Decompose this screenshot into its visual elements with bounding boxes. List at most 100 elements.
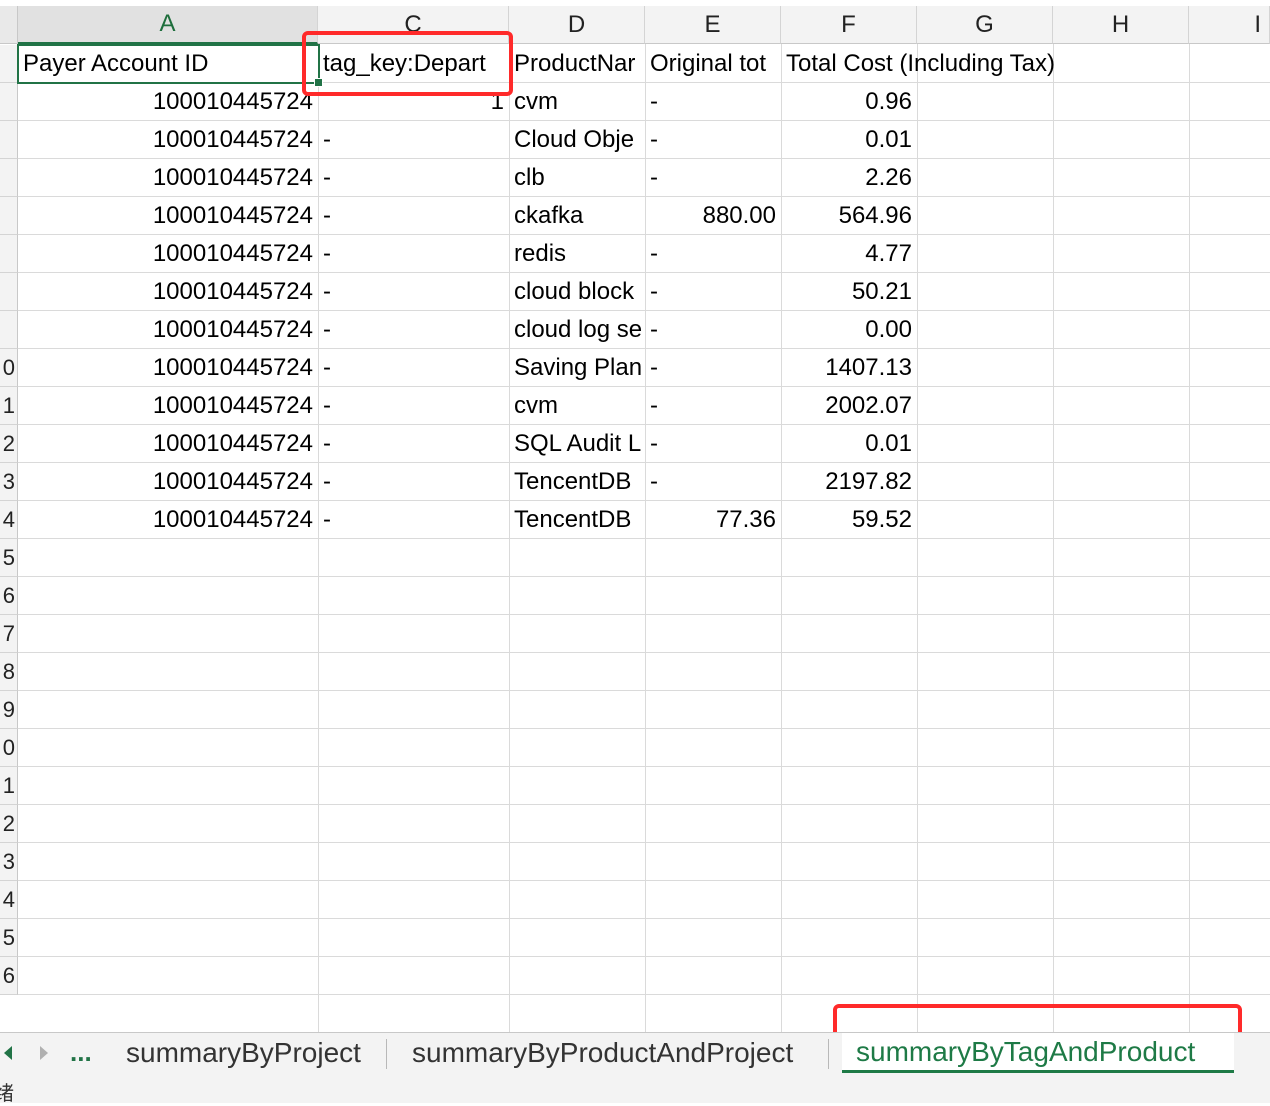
row-header[interactable]: 1: [0, 387, 18, 425]
header-cell-f[interactable]: Total Cost (Including Tax): [781, 45, 1111, 82]
data-cell-d[interactable]: TencentDB: [509, 501, 645, 538]
row-header[interactable]: 3: [0, 843, 18, 881]
data-cell-f[interactable]: 0.01: [781, 425, 917, 462]
data-cell-d[interactable]: cloud block: [509, 273, 645, 310]
data-cell-a[interactable]: 100010445724: [18, 83, 318, 120]
row-header[interactable]: [0, 311, 18, 349]
data-cell-f[interactable]: 0.96: [781, 83, 917, 120]
row-header[interactable]: 7: [0, 615, 18, 653]
data-cell-f[interactable]: 1407.13: [781, 349, 917, 386]
row-header[interactable]: [0, 273, 18, 311]
more-sheets-button[interactable]: ...: [70, 1037, 92, 1068]
select-all-corner[interactable]: [0, 6, 18, 44]
data-cell-a[interactable]: 100010445724: [18, 311, 318, 348]
data-cell-f[interactable]: 59.52: [781, 501, 917, 538]
data-cell-d[interactable]: cvm: [509, 387, 645, 424]
data-cell-a[interactable]: 100010445724: [18, 159, 318, 196]
scroll-right-icon[interactable]: [36, 1043, 50, 1063]
data-cell-d[interactable]: redis: [509, 235, 645, 272]
data-cell-a[interactable]: 100010445724: [18, 387, 318, 424]
column-header-g[interactable]: G: [917, 6, 1053, 44]
data-cell-c[interactable]: -: [318, 273, 509, 310]
row-header[interactable]: 1: [0, 767, 18, 805]
data-cell-c[interactable]: -: [318, 501, 509, 538]
row-header[interactable]: 8: [0, 653, 18, 691]
data-cell-e[interactable]: -: [645, 387, 781, 424]
data-cell-f[interactable]: 2197.82: [781, 463, 917, 500]
data-cell-c[interactable]: -: [318, 387, 509, 424]
data-cell-e[interactable]: -: [645, 463, 781, 500]
column-header-e[interactable]: E: [645, 6, 781, 44]
row-header[interactable]: 2: [0, 805, 18, 843]
row-header[interactable]: 4: [0, 881, 18, 919]
row-header[interactable]: [0, 83, 18, 121]
column-header-a[interactable]: A: [18, 6, 318, 44]
row-header[interactable]: 2: [0, 425, 18, 463]
tab-summary-by-product-and-project[interactable]: summaryByProductAndProject: [398, 1033, 807, 1073]
data-cell-f[interactable]: 2.26: [781, 159, 917, 196]
data-cell-c[interactable]: -: [318, 159, 509, 196]
data-cell-c[interactable]: -: [318, 463, 509, 500]
scroll-left-icon[interactable]: [2, 1043, 16, 1063]
column-header-i[interactable]: I: [1189, 6, 1270, 44]
data-cell-d[interactable]: clb: [509, 159, 645, 196]
data-cell-a[interactable]: 100010445724: [18, 425, 318, 462]
data-cell-d[interactable]: SQL Audit L: [509, 425, 645, 462]
data-cell-e[interactable]: 880.00: [645, 197, 781, 234]
row-header[interactable]: 0: [0, 729, 18, 767]
data-cell-a[interactable]: 100010445724: [18, 121, 318, 158]
data-cell-d[interactable]: Saving Plan: [509, 349, 645, 386]
data-cell-d[interactable]: cloud log se: [509, 311, 645, 348]
row-header[interactable]: 6: [0, 957, 18, 995]
data-cell-e[interactable]: -: [645, 83, 781, 120]
row-header[interactable]: [0, 121, 18, 159]
data-cell-e[interactable]: -: [645, 311, 781, 348]
data-cell-a[interactable]: 100010445724: [18, 349, 318, 386]
row-header[interactable]: [0, 235, 18, 273]
data-cell-e[interactable]: -: [645, 349, 781, 386]
data-cell-e[interactable]: -: [645, 121, 781, 158]
header-cell-e[interactable]: Original tot: [645, 45, 781, 82]
data-cell-d[interactable]: Cloud Obje: [509, 121, 645, 158]
data-cell-c[interactable]: -: [318, 311, 509, 348]
data-cell-c[interactable]: -: [318, 197, 509, 234]
data-cell-e[interactable]: -: [645, 425, 781, 462]
column-header-d[interactable]: D: [509, 6, 645, 44]
row-header[interactable]: [0, 45, 18, 83]
row-header[interactable]: 4: [0, 501, 18, 539]
row-header[interactable]: 5: [0, 919, 18, 957]
data-cell-c[interactable]: -: [318, 121, 509, 158]
data-cell-f[interactable]: 50.21: [781, 273, 917, 310]
data-cell-f[interactable]: 4.77: [781, 235, 917, 272]
tab-summary-by-project[interactable]: summaryByProject: [112, 1033, 375, 1073]
header-cell-d[interactable]: ProductNar: [509, 45, 645, 82]
row-header[interactable]: 3: [0, 463, 18, 501]
data-cell-e[interactable]: 77.36: [645, 501, 781, 538]
row-header[interactable]: [0, 197, 18, 235]
row-header[interactable]: 5: [0, 539, 18, 577]
data-cell-c[interactable]: -: [318, 425, 509, 462]
data-cell-e[interactable]: -: [645, 235, 781, 272]
data-cell-a[interactable]: 100010445724: [18, 273, 318, 310]
data-cell-f[interactable]: 0.00: [781, 311, 917, 348]
row-header[interactable]: 0: [0, 349, 18, 387]
data-cell-d[interactable]: cvm: [509, 83, 645, 120]
data-cell-c[interactable]: -: [318, 235, 509, 272]
row-header[interactable]: 9: [0, 691, 18, 729]
column-header-f[interactable]: F: [781, 6, 917, 44]
data-cell-c[interactable]: -: [318, 349, 509, 386]
row-header[interactable]: 6: [0, 577, 18, 615]
data-cell-e[interactable]: -: [645, 273, 781, 310]
data-cell-e[interactable]: -: [645, 159, 781, 196]
data-cell-f[interactable]: 0.01: [781, 121, 917, 158]
data-cell-a[interactable]: 100010445724: [18, 235, 318, 272]
data-cell-f[interactable]: 564.96: [781, 197, 917, 234]
data-cell-a[interactable]: 100010445724: [18, 463, 318, 500]
data-cell-a[interactable]: 100010445724: [18, 501, 318, 538]
data-cell-d[interactable]: TencentDB: [509, 463, 645, 500]
data-cell-a[interactable]: 100010445724: [18, 197, 318, 234]
tab-summary-by-tag-and-product[interactable]: summaryByTagAndProduct: [842, 1033, 1234, 1073]
data-cell-d[interactable]: ckafka: [509, 197, 645, 234]
data-cell-f[interactable]: 2002.07: [781, 387, 917, 424]
column-header-h[interactable]: H: [1053, 6, 1189, 44]
